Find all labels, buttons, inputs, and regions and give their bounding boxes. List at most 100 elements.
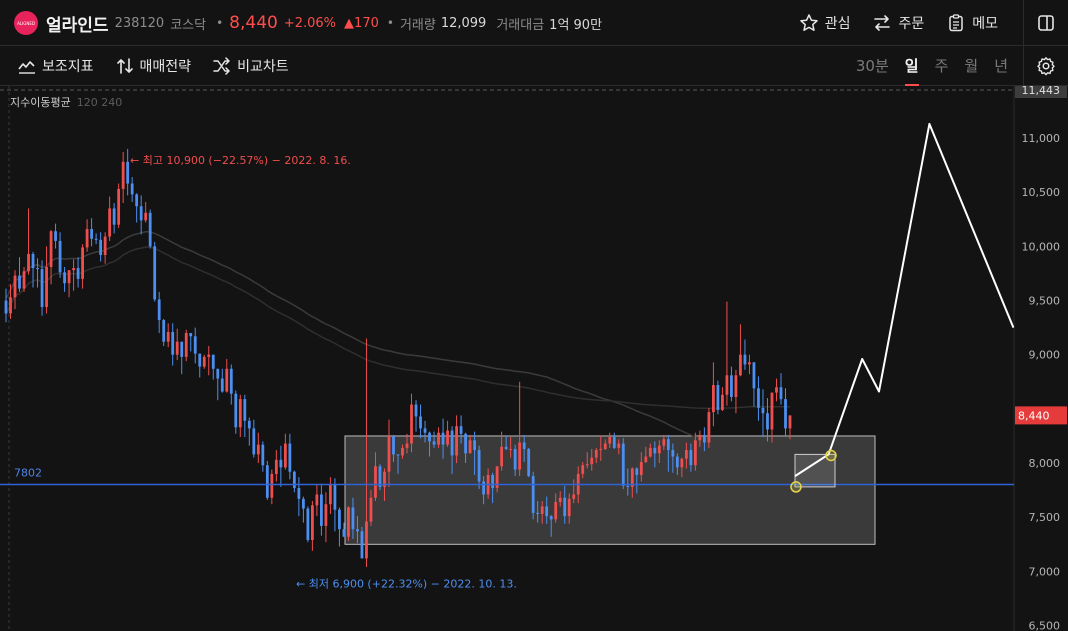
candle-body bbox=[464, 433, 467, 454]
ema-120-line bbox=[5, 231, 791, 444]
order-button[interactable]: 주문 bbox=[872, 13, 924, 33]
amount-value: 1억 90만 bbox=[549, 17, 603, 33]
candle-body bbox=[211, 354, 215, 369]
candle-body bbox=[184, 333, 188, 357]
candle-body bbox=[527, 448, 531, 477]
candle-body bbox=[63, 272, 66, 284]
candle-body bbox=[387, 435, 391, 472]
candle-body bbox=[76, 268, 80, 279]
candle-body bbox=[518, 442, 522, 470]
candle-body bbox=[414, 404, 418, 417]
candle-body bbox=[698, 434, 702, 441]
candle-body bbox=[202, 356, 206, 367]
candle-body bbox=[743, 354, 747, 365]
strategy-tool-button[interactable]: 매매전략 bbox=[116, 56, 191, 76]
candle-body bbox=[220, 378, 224, 392]
projection-line bbox=[794, 122, 1015, 477]
indicator-params: 120 240 bbox=[76, 96, 123, 109]
candle-body bbox=[126, 161, 130, 184]
candle-body bbox=[730, 375, 733, 397]
marker-circle bbox=[825, 449, 837, 462]
candle-body bbox=[225, 368, 229, 392]
candle-body bbox=[572, 494, 576, 499]
candle-body bbox=[153, 246, 157, 300]
tab-30min[interactable]: 30분 bbox=[856, 46, 889, 86]
candle-body bbox=[473, 440, 476, 451]
candle-body bbox=[103, 236, 107, 256]
indicator-tool-label: 보조지표 bbox=[42, 59, 94, 75]
volume-value: 12,099 bbox=[440, 15, 487, 31]
candle-body bbox=[306, 508, 310, 540]
candle-body bbox=[396, 454, 400, 456]
candle-body bbox=[716, 385, 720, 410]
candle-body bbox=[446, 430, 449, 445]
candle-body bbox=[265, 465, 269, 498]
candlestick-chart[interactable]: 11,000 10,500 10,000 9,500 9,000 8,000 7,500 7,… bbox=[0, 86, 1068, 631]
candle-body bbox=[419, 416, 422, 429]
candle-body bbox=[410, 404, 413, 444]
tab-week[interactable]: 주 bbox=[935, 46, 949, 86]
indicator-legend: 지수이동평균 120 240 bbox=[10, 94, 122, 110]
indicator-tool-button[interactable]: 보조지표 bbox=[18, 56, 94, 76]
candle-body bbox=[693, 440, 697, 466]
candle-body bbox=[423, 428, 427, 433]
line-chart-icon bbox=[18, 61, 35, 74]
candle-body bbox=[644, 456, 648, 462]
candle-body bbox=[189, 333, 193, 337]
y-tick-label: 9,000 bbox=[1029, 349, 1061, 362]
candle-body bbox=[94, 238, 98, 240]
candle-body bbox=[621, 443, 625, 486]
candle-body bbox=[707, 412, 711, 443]
candle-body bbox=[207, 354, 211, 357]
price-chart-area[interactable]: 11,000 10,500 10,000 9,500 9,000 8,000 7,500 7,… bbox=[0, 86, 1068, 631]
candle-body bbox=[288, 443, 292, 472]
header-actions: 관심 주문 메모 bbox=[799, 0, 998, 46]
compare-tool-label: 비교차트 bbox=[237, 59, 289, 75]
candle-body bbox=[247, 420, 251, 429]
candle-body bbox=[22, 271, 26, 289]
y-tick-label: 7,500 bbox=[1029, 511, 1061, 524]
separator-dot: • bbox=[386, 16, 394, 30]
candle-body bbox=[27, 253, 30, 272]
candle-body bbox=[40, 269, 44, 308]
panel-toggle-button[interactable] bbox=[1023, 0, 1068, 46]
candle-body bbox=[531, 476, 535, 513]
candle-body bbox=[54, 231, 57, 241]
candle-body bbox=[428, 432, 431, 442]
candle-body bbox=[148, 212, 152, 247]
candle-body bbox=[626, 485, 630, 487]
change-percent: +2.06% bbox=[283, 15, 337, 31]
current-price-label: 8,440 bbox=[1018, 409, 1050, 422]
candle-body bbox=[545, 506, 549, 517]
company-logo: ALIGNED bbox=[14, 11, 38, 35]
candle-body bbox=[58, 240, 62, 273]
candle-body bbox=[432, 441, 436, 445]
compare-tool-button[interactable]: 비교차트 bbox=[213, 56, 289, 76]
candle-body bbox=[779, 387, 783, 400]
candle-body bbox=[279, 459, 283, 468]
candle-body bbox=[554, 502, 558, 520]
candle-body bbox=[18, 275, 21, 289]
chart-settings-button[interactable] bbox=[1023, 46, 1068, 86]
candle-body bbox=[9, 297, 12, 314]
candle-body bbox=[85, 229, 89, 248]
candle-body bbox=[360, 531, 364, 559]
candle-body bbox=[549, 516, 553, 520]
candle-body bbox=[662, 439, 666, 446]
candle-body bbox=[198, 353, 202, 367]
candle-body bbox=[513, 448, 517, 470]
tab-day[interactable]: 일 bbox=[904, 46, 919, 86]
candle-body bbox=[108, 208, 112, 237]
tab-month[interactable]: 월 bbox=[964, 46, 978, 86]
candle-body bbox=[468, 440, 472, 454]
candle-body bbox=[135, 194, 139, 207]
support-level-label: 7802 bbox=[14, 467, 42, 480]
order-label: 주문 bbox=[898, 16, 925, 32]
tab-year[interactable]: 년 bbox=[994, 46, 1008, 86]
candle-body bbox=[342, 529, 346, 537]
candle-body bbox=[536, 512, 540, 514]
candle-body bbox=[338, 509, 341, 530]
memo-button[interactable]: 메모 bbox=[946, 13, 998, 33]
watchlist-button[interactable]: 관심 bbox=[799, 13, 850, 33]
candle-body bbox=[175, 341, 179, 355]
